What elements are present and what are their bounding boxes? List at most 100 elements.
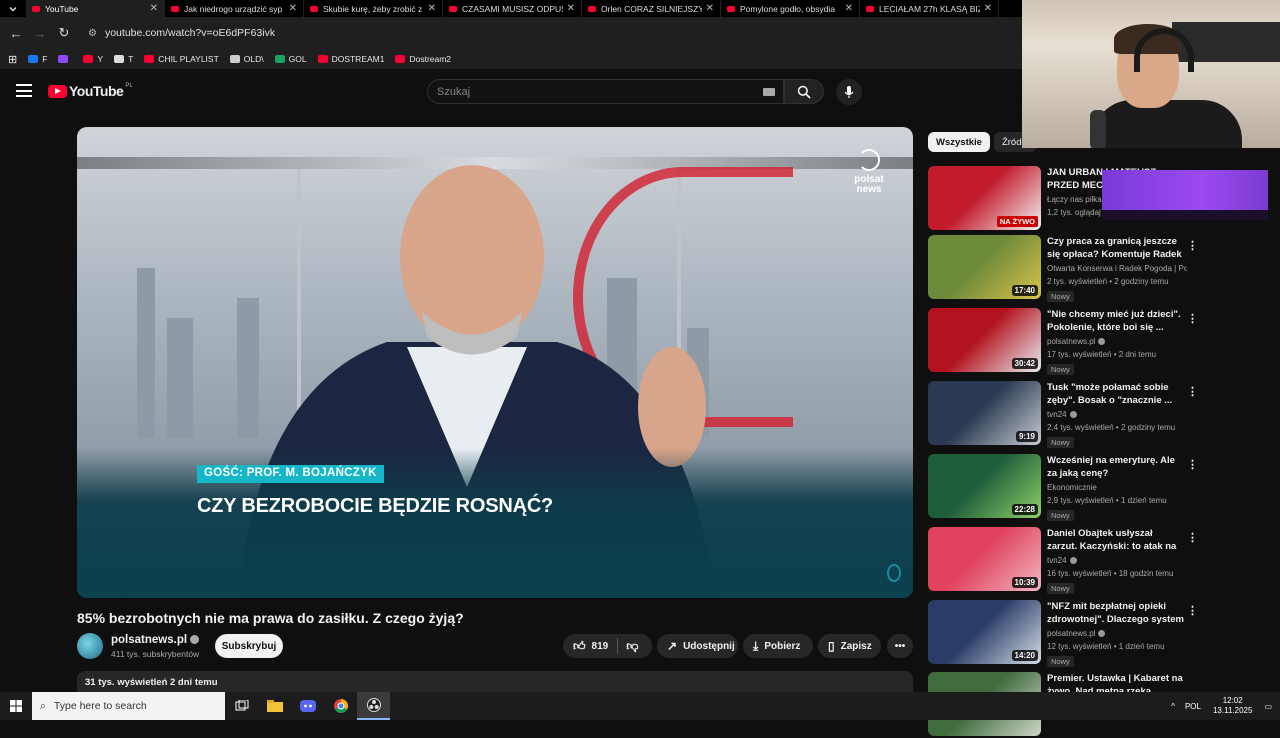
close-tab-icon[interactable]: ✕ bbox=[567, 3, 575, 14]
language-indicator[interactable]: POL bbox=[1185, 702, 1201, 711]
search-button[interactable] bbox=[784, 79, 824, 104]
taskbar-search[interactable]: ⌕ Type here to search bbox=[32, 692, 225, 720]
more-vertical-icon[interactable]: ⋮ bbox=[1187, 458, 1198, 471]
video-thumbnail[interactable]: 30:42 bbox=[928, 308, 1041, 372]
close-tab-icon[interactable]: ✕ bbox=[150, 3, 158, 14]
recommendation-channel[interactable]: polsatnews.pl bbox=[1047, 337, 1187, 346]
video-thumbnail[interactable]: 10:39 bbox=[928, 527, 1041, 591]
recommendation-item[interactable]: 10:39 Daniel Obajtek usłyszał zarzut. Kac… bbox=[928, 527, 1208, 594]
video-thumbnail[interactable]: 14:20 bbox=[928, 600, 1041, 664]
bookmark-item[interactable]: OLD\ bbox=[229, 54, 264, 64]
polsat-news-logo: polsat news bbox=[849, 149, 889, 195]
save-button[interactable]: ▯ Zapisz bbox=[818, 634, 881, 658]
recommendation-title[interactable]: Daniel Obajtek usłyszał zarzut. Kaczyńsk… bbox=[1047, 528, 1184, 553]
close-tab-icon[interactable]: ✕ bbox=[428, 3, 436, 14]
channel-avatar[interactable] bbox=[77, 633, 103, 659]
bookmark-item[interactable]: CHIL PLAYLIST bbox=[144, 54, 219, 64]
tray-expand-icon[interactable]: ^ bbox=[1171, 702, 1175, 711]
dislike-icon[interactable]: 👎︎ bbox=[626, 639, 638, 654]
recommendation-channel[interactable]: Ekonomicznie bbox=[1047, 483, 1187, 492]
youtube-logo[interactable]: YouTube PL bbox=[48, 83, 133, 99]
bookmark-item[interactable]: T bbox=[114, 54, 133, 64]
recommendation-channel[interactable]: Otwarta Konserwa i Radek Pogoda | Pog... bbox=[1047, 264, 1187, 273]
apps-icon[interactable]: ⊞ bbox=[8, 53, 17, 66]
share-button[interactable]: ↗ Udostępnij bbox=[657, 634, 738, 658]
close-tab-icon[interactable]: ✕ bbox=[706, 3, 714, 14]
url-bar[interactable]: ⚙ youtube.com/watch?v=oE6dPF63ivk bbox=[84, 22, 1022, 44]
youtube-favicon-icon bbox=[449, 5, 457, 12]
search-input[interactable]: Szukaj bbox=[427, 79, 784, 104]
menu-icon[interactable] bbox=[16, 84, 32, 97]
search-placeholder: Szukaj bbox=[437, 85, 471, 98]
voice-search-button[interactable] bbox=[836, 79, 862, 105]
start-button[interactable] bbox=[0, 692, 32, 720]
forward-button[interactable]: → bbox=[28, 26, 52, 41]
recommendation-item[interactable]: 14:20 "NFZ mit bezpłatnej opieki zdrowotn… bbox=[928, 600, 1208, 667]
like-icon[interactable]: 👍︎ bbox=[573, 639, 586, 654]
browser-tab[interactable]: Pomylone godło, obsydia ✕ bbox=[721, 0, 860, 17]
file-explorer-icon[interactable] bbox=[258, 692, 291, 720]
close-tab-icon[interactable]: ✕ bbox=[845, 3, 853, 14]
tab-search-button[interactable] bbox=[0, 0, 26, 17]
recommendation-title[interactable]: "Nie chcemy mieć już dzieci". Pokolenie,… bbox=[1047, 309, 1184, 334]
bookmark-item[interactable]: GOL bbox=[274, 54, 307, 64]
subscribe-button[interactable]: Subskrybuj bbox=[215, 634, 283, 658]
browser-tab[interactable]: LECIAŁAM 27h KLASĄ BIZ ✕ bbox=[860, 0, 999, 17]
reload-button[interactable]: ↻ bbox=[52, 25, 76, 41]
video-thumbnail[interactable]: NA ŻYWO bbox=[928, 166, 1041, 230]
bookmark-item[interactable]: DOSTREAM1 bbox=[317, 54, 384, 64]
channel-name[interactable]: polsatnews.pl bbox=[111, 634, 200, 646]
video-thumbnail[interactable]: 17:40 bbox=[928, 235, 1041, 299]
more-vertical-icon[interactable]: ⋮ bbox=[1187, 312, 1198, 325]
notifications-icon[interactable]: ▭ bbox=[1264, 702, 1272, 711]
recommendation-title[interactable]: Wcześniej na emeryturę. Ale za jaką cenę… bbox=[1047, 455, 1184, 480]
recommendation-title[interactable]: "NFZ mit bezpłatnej opieki zdrowotnej". … bbox=[1047, 601, 1184, 626]
verified-icon bbox=[1098, 630, 1106, 638]
more-vertical-icon[interactable]: ⋮ bbox=[1187, 239, 1198, 252]
more-vertical-icon[interactable]: ⋮ bbox=[1187, 385, 1198, 398]
recommendation-channel[interactable]: tvn24 bbox=[1047, 410, 1187, 419]
close-tab-icon[interactable]: ✕ bbox=[984, 3, 992, 14]
back-button[interactable]: ← bbox=[4, 26, 28, 41]
filter-chip[interactable]: Wszystkie bbox=[928, 132, 990, 152]
address-bar-row: ← → ↻ ⚙ youtube.com/watch?v=oE6dPF63ivk bbox=[0, 17, 1022, 49]
bookmark-item[interactable]: F bbox=[28, 54, 47, 64]
recommendation-title[interactable]: Tusk "może połamać sobie zęby". Bosak o … bbox=[1047, 382, 1184, 407]
site-info-icon[interactable]: ⚙ bbox=[88, 28, 97, 39]
recommendation-item[interactable]: 30:42 "Nie chcemy mieć już dzieci". Pokol… bbox=[928, 308, 1208, 375]
browser-tab[interactable]: Jak niedrogo urządzić syp ✕ bbox=[165, 0, 304, 17]
video-player[interactable]: GOŚĆ: PROF. M. BOJAŃCZYK CZY BEZROBOCIE … bbox=[77, 127, 913, 598]
browser-tab[interactable]: CZASAMI MUSISZ ODPUS ✕ bbox=[443, 0, 582, 17]
more-horizontal-icon: ••• bbox=[894, 640, 906, 652]
video-thumbnail[interactable]: 22:28 bbox=[928, 454, 1041, 518]
video-thumbnail[interactable]: 9:19 bbox=[928, 381, 1041, 445]
more-vertical-icon[interactable]: ⋮ bbox=[1187, 604, 1198, 617]
recommendation-item[interactable]: 9:19 Tusk "może połamać sobie zęby". Bosa… bbox=[928, 381, 1208, 448]
task-view-icon[interactable] bbox=[225, 692, 258, 720]
browser-tab[interactable]: Orlen CORAZ SILNIEJSZY ✕ bbox=[582, 0, 721, 17]
windows-taskbar: ⌕ Type here to search ^ POL 12:02 13.11.… bbox=[0, 692, 1280, 720]
obs-icon[interactable] bbox=[357, 692, 390, 720]
like-count[interactable]: 819 bbox=[592, 641, 609, 652]
tab-title: Jak niedrogo urządzić syp bbox=[184, 3, 283, 14]
more-actions-button[interactable]: ••• bbox=[887, 634, 913, 658]
more-vertical-icon[interactable]: ⋮ bbox=[1187, 531, 1198, 544]
browser-tab[interactable]: YouTube ✕ bbox=[26, 0, 165, 17]
bookmark-item[interactable]: Dostream2 bbox=[395, 54, 451, 64]
recommendation-title[interactable]: Czy praca za granicą jeszcze się opłaca?… bbox=[1047, 236, 1184, 261]
clock[interactable]: 12:02 13.11.2025 bbox=[1213, 696, 1252, 716]
bookmark-item[interactable] bbox=[58, 54, 72, 64]
video-duration: 10:39 bbox=[1011, 577, 1038, 588]
close-tab-icon[interactable]: ✕ bbox=[289, 3, 297, 14]
download-button[interactable]: ⤓ Pobierz bbox=[743, 634, 813, 658]
browser-tab[interactable]: Skubie kurę, żeby zrobić z ✕ bbox=[304, 0, 443, 17]
keyboard-icon[interactable] bbox=[763, 88, 775, 96]
recommendation-item[interactable]: 17:40 Czy praca za granicą jeszcze się op… bbox=[928, 235, 1208, 302]
recommendation-item[interactable]: 22:28 Wcześniej na emeryturę. Ale za jaką… bbox=[928, 454, 1208, 521]
chrome-icon[interactable] bbox=[324, 692, 357, 720]
recommendation-channel[interactable]: tvn24 bbox=[1047, 556, 1187, 565]
discord-icon[interactable] bbox=[291, 692, 324, 720]
recommendation-channel[interactable]: polsatnews.pl bbox=[1047, 629, 1187, 638]
bookmark-favicon-icon bbox=[274, 55, 285, 63]
bookmark-item[interactable]: Y bbox=[83, 54, 103, 64]
